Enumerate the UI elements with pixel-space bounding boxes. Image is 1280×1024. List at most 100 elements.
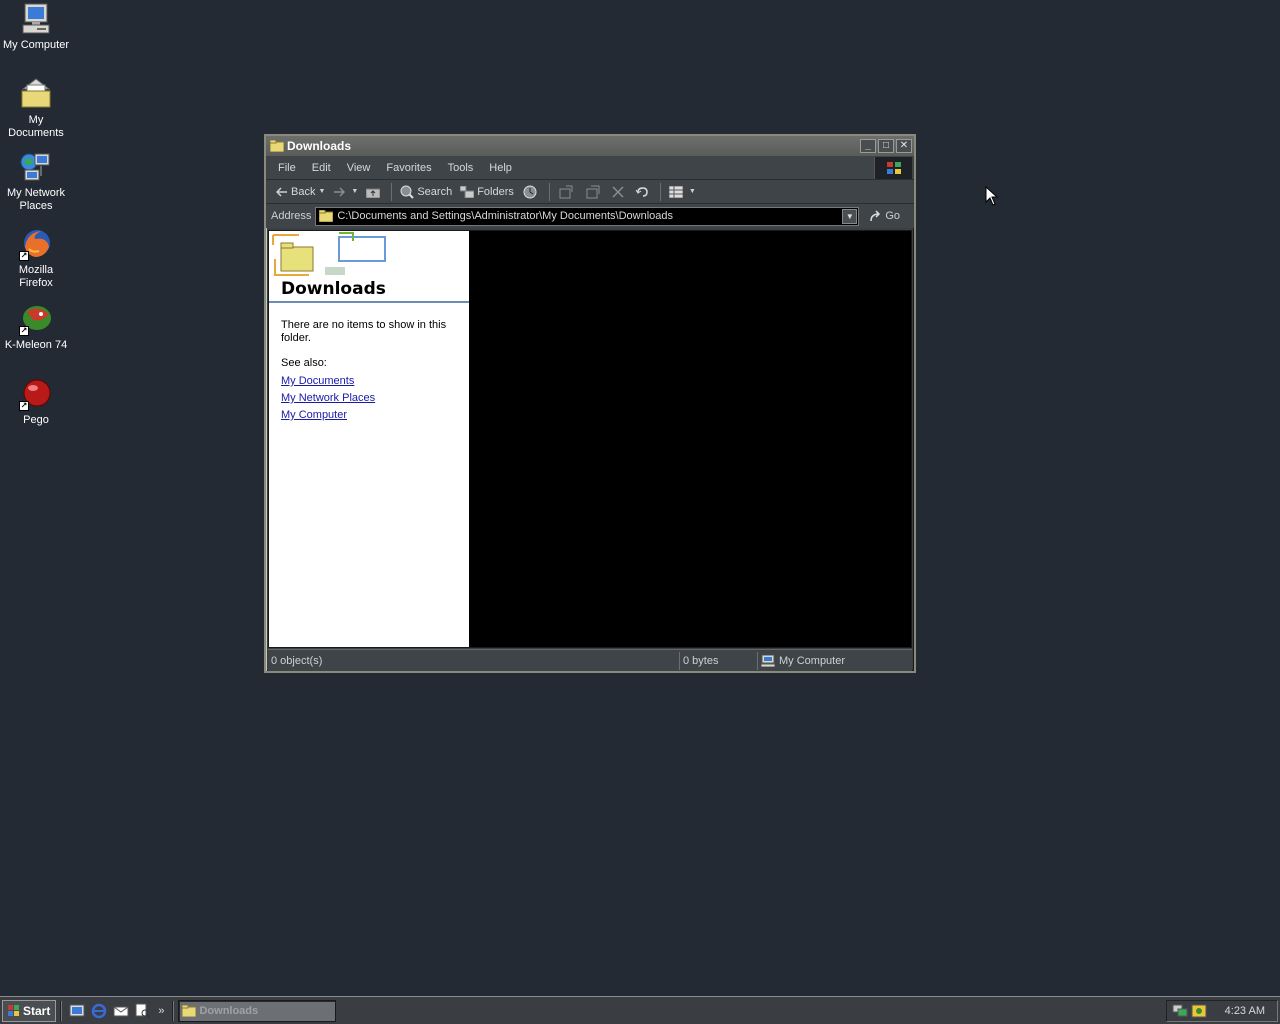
network-places-icon [19, 150, 53, 184]
history-icon [523, 185, 537, 198]
desktop-icon-my-network-places[interactable]: My Network Places [0, 150, 72, 213]
address-input[interactable]: C:\Documents and Settings\Administrator\… [315, 206, 860, 226]
address-label: Address [271, 210, 312, 222]
security-tray-icon[interactable] [1191, 1004, 1207, 1018]
shortcut-arrow-icon: ↗ [19, 401, 29, 411]
forward-arrow-icon [334, 186, 346, 197]
move-to-button[interactable] [554, 182, 581, 202]
delete-button[interactable] [608, 182, 631, 202]
copy-to-button[interactable] [581, 182, 608, 202]
go-button[interactable]: Go [869, 210, 900, 222]
k-meleon-icon: ↗ [19, 302, 53, 336]
computer-icon [761, 654, 775, 667]
back-label: Back [291, 185, 316, 198]
chevron-down-icon[interactable]: ▼ [689, 188, 696, 195]
copy-to-icon [586, 185, 600, 198]
undo-icon [635, 186, 648, 197]
start-button[interactable]: Start [2, 999, 57, 1022]
desktop-icon-mozilla-firefox[interactable]: ↗ Mozilla Firefox [0, 227, 72, 290]
explorer-window: Downloads _ □ ✕ File Edit View Favorites… [264, 134, 916, 673]
desktop-icon-label: Mozilla Firefox [18, 264, 54, 289]
menu-favorites[interactable]: Favorites [378, 162, 439, 174]
menu-help[interactable]: Help [481, 162, 520, 174]
menu-bar: File Edit View Favorites Tools Help [266, 156, 914, 180]
taskbar-button-downloads[interactable]: Downloads [178, 999, 337, 1022]
minimize-button[interactable]: _ [860, 139, 876, 153]
forward-button[interactable]: ▼ [329, 182, 362, 202]
windows-logo-icon [874, 157, 912, 179]
quicklaunch-search-icon[interactable] [134, 1002, 152, 1020]
shortcut-arrow-icon: ↗ [19, 326, 29, 336]
firefox-icon: ↗ [19, 227, 53, 261]
clock[interactable]: 4:23 AM [1225, 1005, 1265, 1017]
file-list-area[interactable] [469, 231, 911, 647]
back-button[interactable]: Back ▼ [272, 182, 329, 202]
task-pane-title: Downloads [281, 279, 386, 299]
search-button[interactable]: Search [396, 182, 456, 202]
quicklaunch-email-icon[interactable] [112, 1002, 130, 1020]
see-also-label: See also: [281, 357, 327, 369]
menu-edit[interactable]: Edit [304, 162, 339, 174]
link-my-computer[interactable]: My Computer [281, 409, 457, 422]
status-object-count: 0 object(s) [268, 651, 680, 670]
menu-view[interactable]: View [339, 162, 379, 174]
status-bar: 0 object(s) 0 bytes My Computer [268, 649, 912, 671]
desktop-icon-my-documents[interactable]: My Documents [0, 77, 72, 140]
maximize-button[interactable]: □ [878, 139, 894, 153]
empty-folder-message: There are no items to show in this folde… [281, 319, 447, 344]
desktop-icon-label: My Network Places [6, 187, 66, 212]
menu-tools[interactable]: Tools [440, 162, 482, 174]
task-pane-header: Downloads [269, 231, 469, 303]
pego-icon: ↗ [19, 377, 53, 411]
delete-icon [612, 185, 624, 198]
title-bar[interactable]: Downloads _ □ ✕ [266, 136, 914, 156]
up-folder-icon [366, 188, 381, 198]
content-area: Downloads There are no items to show in … [268, 230, 912, 648]
taskbar-button-label: Downloads [199, 1004, 259, 1017]
quicklaunch-more-button[interactable]: » [158, 1005, 164, 1017]
documents-folder-icon [19, 77, 53, 111]
address-path: C:\Documents and Settings\Administrator\… [337, 210, 673, 222]
windows-logo-icon [8, 1004, 19, 1016]
move-to-icon [559, 185, 573, 198]
back-arrow-icon [276, 186, 287, 197]
up-folder-button[interactable] [362, 182, 387, 202]
desktop-icon-k-meleon[interactable]: ↗ K-Meleon 74 [0, 302, 72, 352]
desktop-icon-label: My Computer [2, 39, 70, 51]
folders-button[interactable]: Folders [456, 182, 518, 202]
desktop-icon-my-computer[interactable]: My Computer [0, 2, 72, 52]
folder-icon [319, 210, 334, 222]
computer-icon [19, 2, 53, 36]
quick-launch-separator [172, 1000, 175, 1021]
toolbar: Back ▼ ▼ Search Folders ▼ [266, 180, 914, 204]
go-arrow-icon [870, 210, 881, 222]
status-zone-label: My Computer [779, 654, 846, 667]
folder-icon [270, 140, 284, 152]
chevron-down-icon[interactable]: ▼ [318, 188, 325, 195]
search-icon [400, 185, 415, 199]
status-size: 0 bytes [680, 651, 758, 670]
link-my-network-places[interactable]: My Network Places [281, 392, 457, 405]
close-button[interactable]: ✕ [896, 139, 912, 153]
chevron-down-icon[interactable]: ▼ [351, 188, 358, 195]
search-label: Search [417, 185, 453, 198]
link-my-documents[interactable]: My Documents [281, 375, 457, 388]
task-pane: Downloads There are no items to show in … [269, 231, 469, 647]
quick-launch-separator [60, 1000, 63, 1021]
toolbar-separator [391, 182, 393, 201]
undo-button[interactable] [631, 182, 656, 202]
quicklaunch-ie-icon[interactable] [90, 1002, 108, 1020]
menu-file[interactable]: File [270, 162, 304, 174]
network-tray-icon[interactable] [1172, 1004, 1188, 1018]
toolbar-separator [548, 182, 550, 201]
system-tray: 4:23 AM [1166, 1000, 1278, 1022]
window-title: Downloads [287, 139, 352, 153]
desktop-icon-pego[interactable]: ↗ Pego [0, 377, 72, 427]
views-button[interactable]: ▼ [665, 182, 700, 202]
go-label: Go [885, 210, 901, 222]
address-dropdown-button[interactable]: ▼ [842, 208, 858, 224]
desktop-icon-label: K-Meleon 74 [4, 339, 68, 351]
history-button[interactable] [518, 182, 545, 202]
views-grid-icon [668, 185, 683, 198]
quicklaunch-desktop-icon[interactable] [68, 1002, 86, 1020]
